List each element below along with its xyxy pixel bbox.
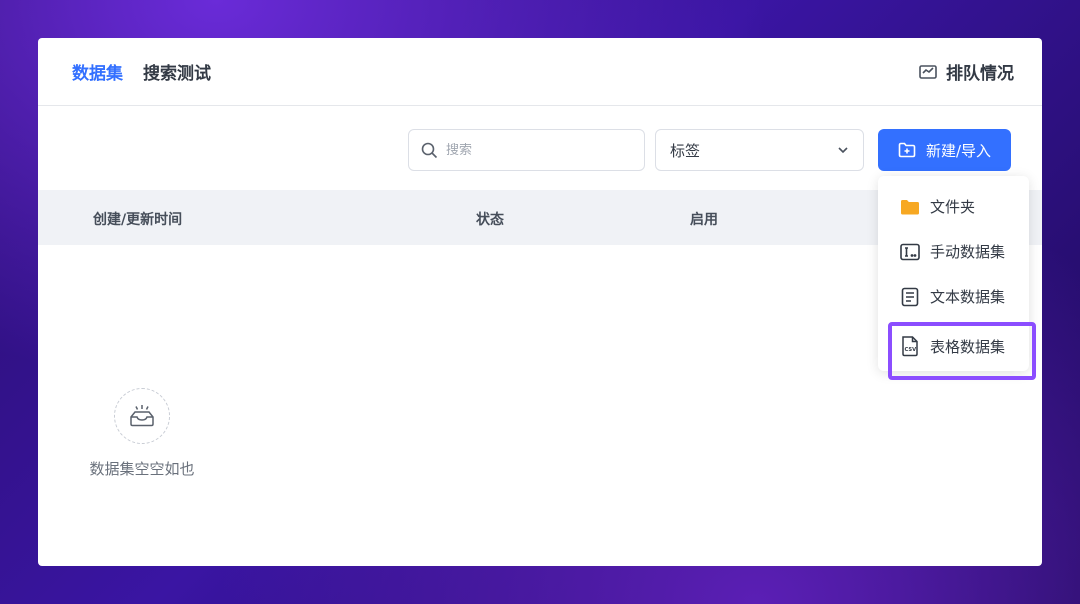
queue-icon bbox=[919, 64, 937, 79]
empty-state: 数据集空空如也 bbox=[82, 388, 202, 479]
menu-item-manual-dataset-label: 手动数据集 bbox=[930, 243, 1006, 261]
search-box[interactable] bbox=[408, 129, 645, 171]
search-icon bbox=[421, 142, 438, 158]
new-import-dropdown: 文件夹 手动数据集 文本数据集 CSV 表格数据集 bbox=[878, 176, 1036, 380]
column-header-updated-time: 创建/更新时间 bbox=[93, 212, 183, 228]
menu-item-folder-label: 文件夹 bbox=[930, 198, 976, 216]
tab-datasets[interactable]: 数据集 bbox=[72, 59, 123, 84]
manual-dataset-icon bbox=[900, 243, 920, 260]
main-panel: 数据集 搜索测试 排队情况 标签 bbox=[38, 38, 1042, 566]
tab-bar: 数据集 搜索测试 bbox=[72, 59, 211, 84]
svg-text:CSV: CSV bbox=[905, 347, 917, 353]
tag-select[interactable]: 标签 bbox=[655, 129, 864, 171]
top-bar: 数据集 搜索测试 排队情况 bbox=[38, 38, 1042, 106]
tab-search-test[interactable]: 搜索测试 bbox=[143, 59, 211, 84]
column-header-status: 状态 bbox=[476, 212, 504, 228]
empty-state-text: 数据集空空如也 bbox=[89, 460, 195, 478]
menu-item-table-dataset-label: 表格数据集 bbox=[930, 337, 1006, 356]
csv-dataset-icon: CSV bbox=[902, 336, 918, 357]
new-import-label: 新建/导入 bbox=[925, 141, 992, 160]
text-dataset-icon bbox=[901, 287, 919, 306]
chevron-down-icon bbox=[838, 147, 848, 154]
queue-label: 排队情况 bbox=[946, 64, 1014, 84]
folder-icon bbox=[901, 199, 919, 214]
tag-select-value: 标签 bbox=[670, 141, 701, 160]
new-import-button[interactable]: 新建/导入 bbox=[878, 129, 1011, 171]
toolbar: 标签 新建/导入 bbox=[408, 129, 1011, 171]
menu-item-folder[interactable]: 文件夹 bbox=[878, 184, 1029, 229]
menu-item-table-dataset[interactable]: CSV 表格数据集 bbox=[878, 322, 1036, 380]
menu-item-text-dataset[interactable]: 文本数据集 bbox=[878, 274, 1029, 319]
folder-add-icon bbox=[898, 142, 916, 158]
search-input[interactable] bbox=[446, 142, 626, 158]
queue-status-button[interactable]: 排队情况 bbox=[918, 59, 1014, 84]
menu-item-manual-dataset[interactable]: 手动数据集 bbox=[878, 229, 1029, 274]
empty-inbox-icon bbox=[114, 388, 170, 444]
menu-item-text-dataset-label: 文本数据集 bbox=[930, 288, 1006, 306]
column-header-enabled: 启用 bbox=[690, 212, 718, 228]
